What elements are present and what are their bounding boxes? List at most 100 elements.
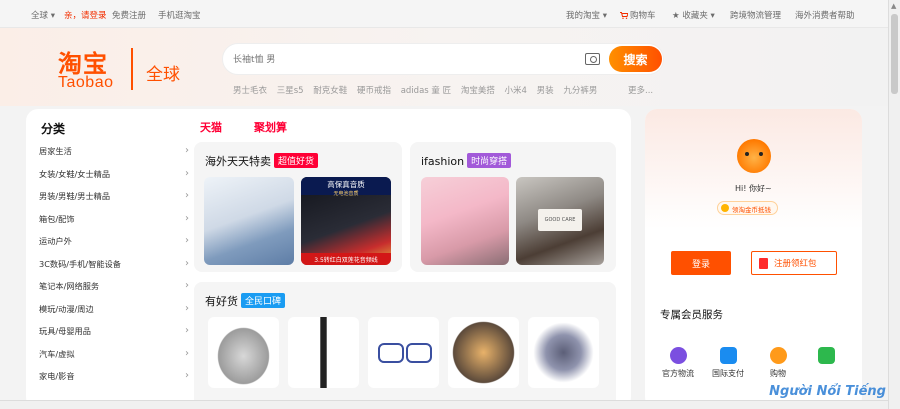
- logo-global: 全球: [146, 65, 180, 85]
- category-item[interactable]: 居家生活 ›: [39, 145, 189, 168]
- cart-label: 购物车: [630, 11, 656, 21]
- member-card: Hi! 你好~ 领淘金币抵钱 登录 注册领红包 专属会员服务 官方物流 国际支付…: [645, 109, 862, 409]
- chevron-right-icon: ›: [185, 212, 189, 224]
- category-list: 居家生活 › 女装/女鞋/女士精品 › 男装/男鞋/男士精品 › 箱包/配饰 › 运动户…: [39, 145, 189, 393]
- category-item[interactable]: 女装/女鞋/女士精品 ›: [39, 168, 189, 191]
- category-label: 女装/女鞋/女士精品: [39, 168, 111, 179]
- search-button[interactable]: 搜索: [609, 46, 662, 72]
- cable-banner: 高保真音质 无电池音质: [301, 177, 391, 197]
- overseas-deals-panel[interactable]: 海外天天特卖 超值好货 高保真音质 无电池音质 3.5转红白双莲花音频线: [194, 142, 402, 272]
- panel-title: 海外天天特卖 超值好货: [205, 153, 319, 169]
- category-item[interactable]: 玩具/母婴用品 ›: [39, 325, 189, 348]
- watermark-logo: Người Nổi Tiếng: [769, 384, 886, 399]
- favorites-label: 收藏夹: [682, 11, 708, 21]
- cart-link[interactable]: 购物车: [620, 9, 656, 21]
- product-image-audio-cable[interactable]: 高保真音质 无电池音质 3.5转红白双莲花音频线: [301, 177, 391, 265]
- hotword-link[interactable]: 男装: [537, 86, 554, 96]
- service-international-payment[interactable]: 国际支付: [703, 347, 753, 379]
- category-item[interactable]: 3C数码/手机/智能设备 ›: [39, 258, 189, 281]
- chevron-right-icon: ›: [185, 167, 189, 179]
- camera-icon[interactable]: [585, 53, 600, 65]
- cable-sub-text: 无电池音质: [333, 191, 359, 197]
- product-image-robot-model[interactable]: [528, 317, 599, 388]
- panel-title-text: 海外天天特卖: [205, 155, 271, 168]
- header: 淘宝 Taobao 全球 搜索 男士毛衣 三星s5 耐克女鞋 硬币戒指 adid…: [0, 28, 888, 106]
- compass-icon: [769, 347, 787, 364]
- panel-title-text: 有好货: [205, 295, 238, 308]
- coin-pill[interactable]: 领淘金币抵钱: [717, 201, 778, 215]
- hotword-link[interactable]: adidas 童 匠: [401, 86, 451, 96]
- region-global-link[interactable]: 全球 ▾: [31, 9, 55, 21]
- category-item[interactable]: 箱包/配饰 ›: [39, 213, 189, 236]
- candle-label-text: GOOD CARE: [538, 209, 582, 231]
- chevron-right-icon: ›: [185, 235, 189, 246]
- service-label: 购物: [770, 369, 786, 378]
- login-button[interactable]: 登录: [671, 251, 731, 275]
- category-item[interactable]: 运动户外 ›: [39, 235, 189, 258]
- register-redpacket-button[interactable]: 注册领红包: [751, 251, 837, 275]
- hotword-list: 男士毛衣 三星s5 耐克女鞋 硬币戒指 adidas 童 匠 淘宝美搭 小米4 …: [233, 84, 663, 96]
- hotword-link[interactable]: 耐克女鞋: [313, 86, 347, 96]
- search-input[interactable]: [233, 52, 563, 68]
- category-item[interactable]: 男装/男鞋/男士精品 ›: [39, 190, 189, 213]
- category-item[interactable]: 家电/影音 ›: [39, 370, 189, 393]
- more-hotwords-link[interactable]: 更多...: [628, 84, 653, 96]
- product-image-makeup-brush[interactable]: [288, 317, 359, 388]
- hotword-link[interactable]: 淘宝美搭: [461, 86, 495, 96]
- hotword-link[interactable]: 三星s5: [277, 86, 304, 96]
- category-label: 男装/男鞋/男士精品: [39, 191, 111, 201]
- star-icon: ★: [672, 11, 680, 21]
- service-label: 官方物流: [662, 369, 694, 378]
- product-image-steel-pot[interactable]: [208, 317, 279, 388]
- hotword-link[interactable]: 小米4: [505, 86, 527, 96]
- free-register-link[interactable]: 免费注册: [112, 9, 146, 21]
- product-image-glasses[interactable]: [368, 317, 439, 388]
- category-label: 汽车/虚拟: [39, 348, 75, 359]
- product-image-plush-toys[interactable]: [421, 177, 509, 265]
- vertical-scrollbar[interactable]: ▲: [888, 0, 900, 409]
- red-envelope-icon: [759, 258, 768, 269]
- category-label: 玩具/母婴用品: [39, 326, 91, 336]
- member-service-title: 专属会员服务: [660, 309, 723, 321]
- service-shopping[interactable]: 购物: [753, 347, 803, 379]
- register-label: 注册领红包: [774, 259, 817, 269]
- category-item[interactable]: 笔记本/网络服务 ›: [39, 280, 189, 303]
- scroll-up-icon[interactable]: ▲: [891, 2, 896, 10]
- member-greeting: Hi! 你好~: [735, 184, 772, 193]
- category-label: 笔记本/网络服务: [39, 281, 100, 291]
- horizontal-scrollbar[interactable]: [0, 400, 888, 409]
- cable-brand-text: 高保真音质: [327, 180, 365, 189]
- product-image-jeans[interactable]: [204, 177, 294, 265]
- product-image-candle[interactable]: GOOD CARE: [516, 177, 604, 265]
- chevron-right-icon: ›: [185, 325, 189, 336]
- category-label: 运动户外: [39, 236, 72, 246]
- my-taobao-link[interactable]: 我的淘宝 ▾: [566, 9, 607, 21]
- mobile-taobao-link[interactable]: 手机逛淘宝: [158, 9, 201, 21]
- service-official-logistics[interactable]: 官方物流: [653, 347, 703, 379]
- service-verified[interactable]: [801, 347, 851, 368]
- hotword-link[interactable]: 男士毛衣: [233, 86, 267, 96]
- tab-juhuasuan[interactable]: 聚划算: [254, 119, 287, 135]
- help-link[interactable]: 海外消费者帮助: [795, 9, 855, 21]
- login-prompt-link[interactable]: 亲，请登录: [64, 9, 107, 21]
- panel-tag: 全民口碑: [241, 293, 286, 308]
- chevron-right-icon: ›: [185, 280, 189, 291]
- logistics-link[interactable]: 跨境物流管理: [730, 9, 781, 21]
- favorites-link[interactable]: ★ 收藏夹 ▾: [672, 9, 715, 21]
- category-item[interactable]: 汽车/虚拟 ›: [39, 348, 189, 371]
- ifashion-panel[interactable]: ifashion 时尚穿搭 GOOD CARE: [410, 142, 616, 272]
- avatar[interactable]: [737, 139, 771, 173]
- service-label: 国际支付: [712, 369, 744, 378]
- tab-tmall[interactable]: 天猫: [200, 119, 222, 135]
- chevron-right-icon: ›: [185, 370, 189, 381]
- category-item[interactable]: 模玩/动漫/周边 ›: [39, 303, 189, 326]
- check-shield-icon: [817, 347, 835, 364]
- hotword-link[interactable]: 硬币戒指: [357, 86, 391, 96]
- top-bar: 全球 ▾ 亲，请登录 免费注册 手机逛淘宝 我的淘宝 ▾ 购物车 ★ 收藏夹 ▾…: [0, 0, 888, 28]
- product-image-tray[interactable]: [448, 317, 519, 388]
- chevron-right-icon: ›: [185, 347, 189, 359]
- panel-title: ifashion 时尚穿搭: [421, 153, 512, 168]
- scrollbar-thumb[interactable]: [891, 14, 898, 94]
- logo-english[interactable]: Taobao: [58, 74, 114, 92]
- hotword-link[interactable]: 九分裤男: [563, 86, 597, 96]
